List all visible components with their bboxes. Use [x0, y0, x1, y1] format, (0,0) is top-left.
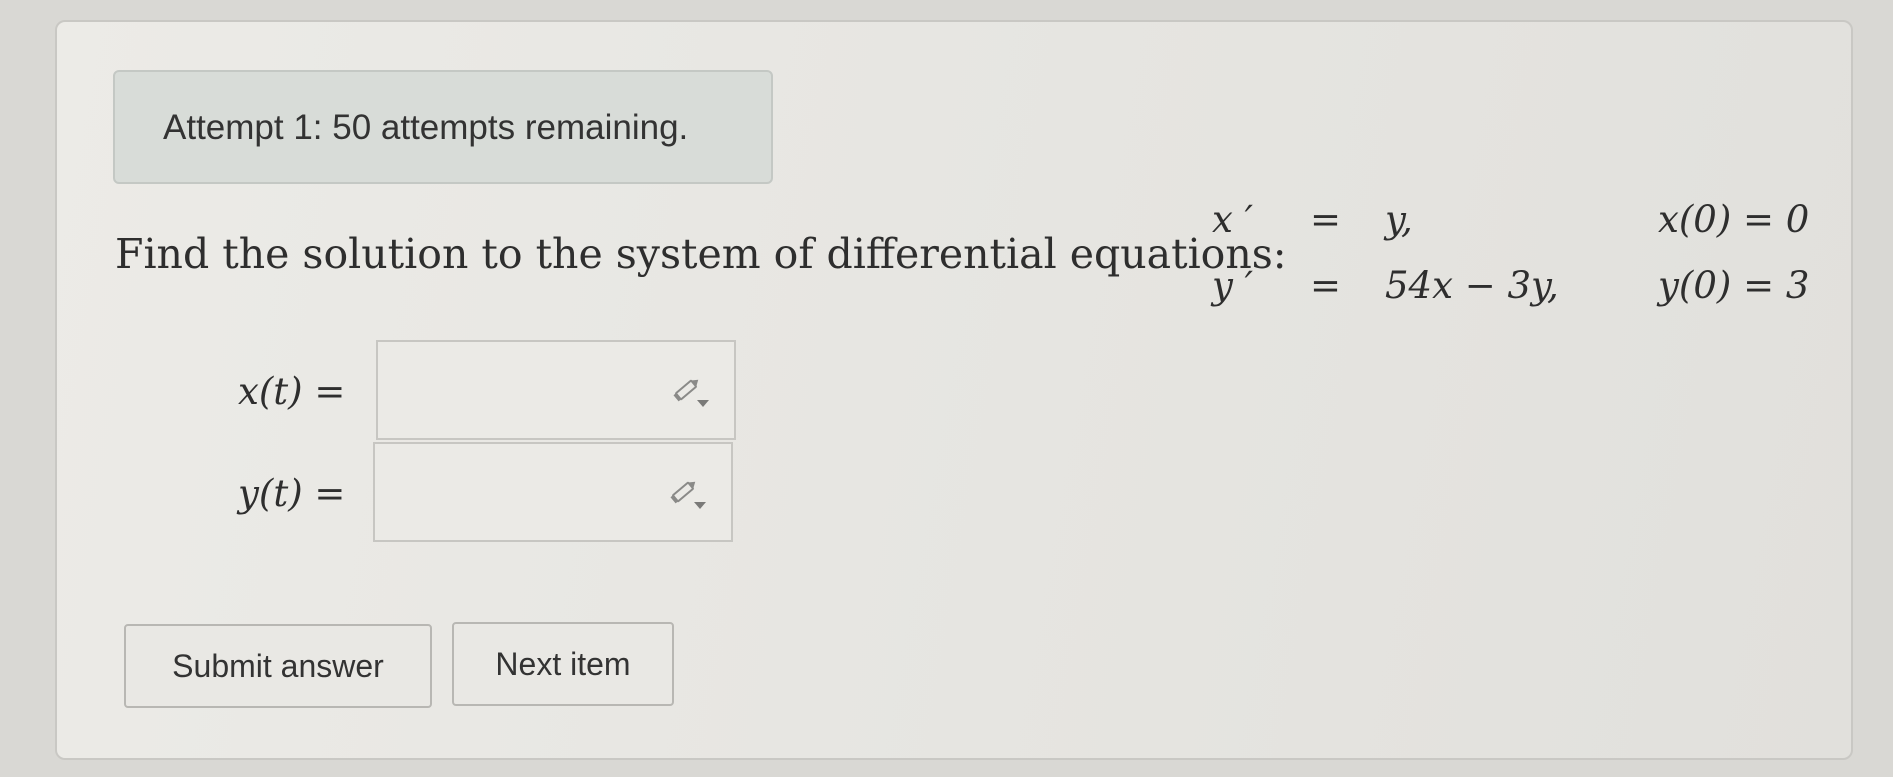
- next-item-button[interactable]: Next item: [452, 622, 674, 706]
- problem-prompt: Find the solution to the system of diffe…: [115, 230, 1287, 278]
- equation-2-lhs: y ′: [1212, 264, 1254, 307]
- equation-1-equals: =: [1310, 198, 1342, 241]
- equation-2-equals: =: [1310, 264, 1342, 307]
- equation-2-initial: y(0) = 3: [1658, 264, 1810, 307]
- answer-label-x: x(t) =: [238, 370, 346, 413]
- equation-1-initial: x(0) = 0: [1658, 198, 1810, 241]
- attempt-banner-text: Attempt 1: 50 attempts remaining.: [163, 108, 689, 147]
- equation-1-lhs: x ′: [1212, 198, 1254, 241]
- equation-1-rhs: y,: [1385, 198, 1413, 241]
- answer-input-y[interactable]: [373, 442, 733, 542]
- answer-input-x[interactable]: [376, 340, 736, 440]
- pencil-dropdown-icon[interactable]: [672, 374, 712, 410]
- submit-answer-button[interactable]: Submit answer: [124, 624, 432, 708]
- pencil-dropdown-icon[interactable]: [669, 476, 709, 512]
- equation-2-rhs: 54x − 3y,: [1385, 264, 1559, 307]
- answer-label-y: y(t) =: [238, 472, 346, 515]
